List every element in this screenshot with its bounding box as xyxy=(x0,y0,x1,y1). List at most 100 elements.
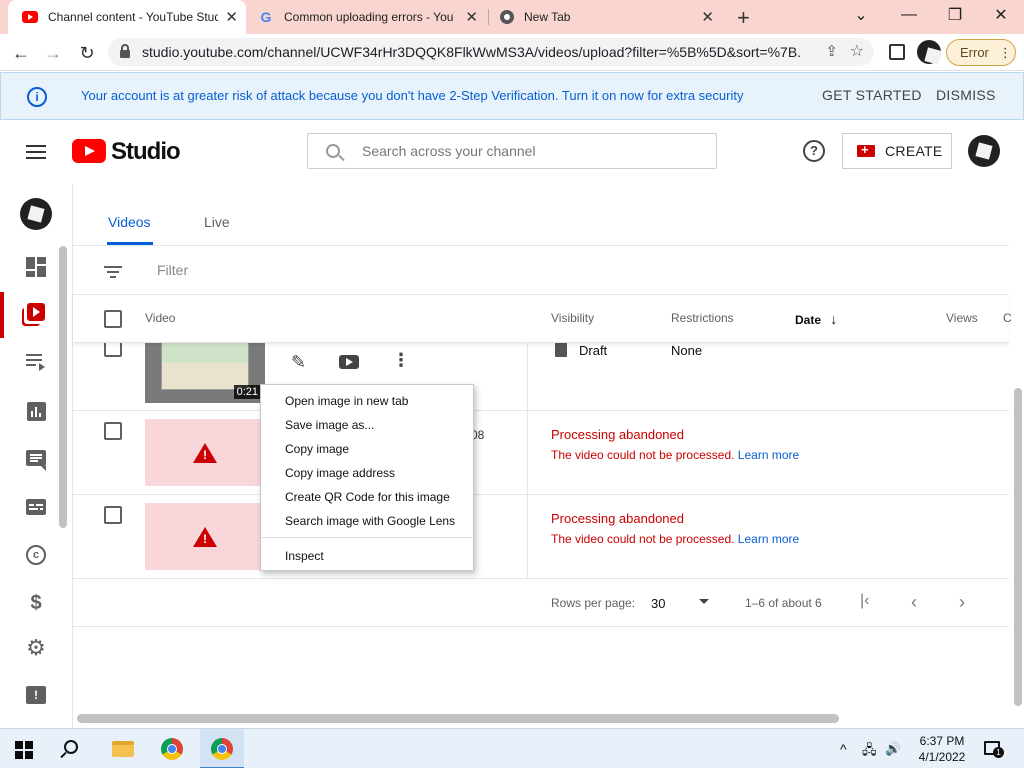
studio-logo-text[interactable]: Studio xyxy=(111,138,181,166)
menu-dots-icon: ⋮ xyxy=(998,44,1012,60)
browser-toolbar: ← → ↻ studio.youtube.com/channel/UCWF34r… xyxy=(0,34,1024,71)
hamburger-menu-icon[interactable] xyxy=(26,145,46,159)
tab-videos[interactable]: Videos xyxy=(108,214,151,230)
error-update-button[interactable]: Error ⋮ xyxy=(946,39,1016,66)
sidebar-item-earn[interactable]: $ xyxy=(0,583,72,623)
processing-status: Processing abandoned xyxy=(551,427,684,442)
close-window-icon[interactable]: ✕ xyxy=(978,0,1024,30)
tab-live[interactable]: Live xyxy=(204,214,230,230)
filter-input[interactable] xyxy=(157,262,457,278)
create-button[interactable]: CREATE xyxy=(842,133,952,169)
table-row[interactable]: 08 Processing abandoned The video could … xyxy=(73,411,1009,495)
sort-down-arrow-icon: ↓ xyxy=(830,311,838,327)
select-all-checkbox[interactable] xyxy=(104,310,122,328)
playlist-icon xyxy=(26,352,46,372)
help-icon[interactable]: ? xyxy=(803,140,825,162)
column-divider xyxy=(527,411,528,495)
tab-channel-content[interactable]: Channel content - YouTube Studio ✕ xyxy=(8,0,246,34)
close-tab-icon[interactable]: ✕ xyxy=(701,8,714,26)
menu-item-google-lens[interactable]: Search image with Google Lens xyxy=(285,514,455,528)
page-range: 1–6 of about 6 xyxy=(745,596,822,610)
channel-search[interactable] xyxy=(307,133,717,169)
volume-icon[interactable]: 🔊 xyxy=(885,741,901,757)
taskbar-search-icon[interactable] xyxy=(64,740,78,754)
clock-time: 6:37 PM xyxy=(919,734,965,748)
tab-new-tab[interactable]: New Tab ✕ xyxy=(488,0,726,34)
extension-icon[interactable] xyxy=(889,44,905,60)
reload-icon[interactable]: ↻ xyxy=(74,40,100,66)
row-checkbox[interactable] xyxy=(104,422,122,440)
table-row[interactable]: Processing abandoned The video could not… xyxy=(73,495,1009,579)
network-icon[interactable]: 🖧 xyxy=(862,741,877,763)
youtube-play-icon[interactable] xyxy=(339,355,359,369)
page-vertical-scrollbar[interactable] xyxy=(1014,388,1022,706)
column-header-date[interactable]: Date ↓ xyxy=(795,311,837,327)
menu-divider xyxy=(261,537,473,538)
back-arrow-icon[interactable]: ← xyxy=(8,40,34,66)
chrome-favicon-icon xyxy=(500,10,514,24)
tab-search-chevron-icon[interactable]: ⌄ xyxy=(838,0,884,30)
youtube-logo-icon[interactable] xyxy=(72,139,106,163)
column-header-visibility: Visibility xyxy=(551,311,595,325)
sidebar-item-settings[interactable]: ⚙ xyxy=(0,628,72,668)
sidebar-item-feedback[interactable]: ! xyxy=(0,675,72,715)
next-page-icon[interactable]: › xyxy=(959,592,965,613)
duration-badge: 0:21 xyxy=(233,385,261,399)
video-thumbnail[interactable] xyxy=(145,419,265,486)
get-started-button[interactable]: GET STARTED xyxy=(822,87,922,103)
notifications-icon[interactable] xyxy=(984,741,1004,758)
chrome-icon[interactable] xyxy=(161,738,183,760)
account-avatar[interactable] xyxy=(968,135,1000,167)
restore-icon[interactable]: ❐ xyxy=(932,0,978,30)
warning-triangle-icon xyxy=(193,443,217,463)
menu-item-copy-image[interactable]: Copy image xyxy=(285,442,349,456)
new-tab-plus-icon[interactable]: + xyxy=(737,5,750,31)
learn-more-link[interactable]: Learn more xyxy=(738,532,799,546)
menu-item-inspect[interactable]: Inspect xyxy=(285,549,324,563)
first-page-icon[interactable]: |‹ xyxy=(860,592,869,610)
tab-uploading-errors[interactable]: G Common uploading errors - YouTube ✕ xyxy=(248,0,486,34)
address-bar[interactable]: studio.youtube.com/channel/UCWF34rHr3DQQ… xyxy=(108,38,874,66)
edit-pencil-icon[interactable]: ✎ xyxy=(291,352,306,373)
video-thumbnail[interactable] xyxy=(145,503,265,570)
lock-icon xyxy=(120,44,130,58)
taskbar-clock[interactable]: 6:37 PM 4/1/2022 xyxy=(912,733,972,765)
profile-avatar-icon[interactable] xyxy=(917,40,941,64)
row-checkbox[interactable] xyxy=(104,506,122,524)
chrome-profile-icon[interactable] xyxy=(211,738,233,760)
studio-header: Studio ? CREATE xyxy=(0,120,1024,184)
clock-date: 4/1/2022 xyxy=(918,750,966,764)
more-options-icon[interactable]: ⋮ xyxy=(392,350,410,371)
file-explorer-icon[interactable] xyxy=(112,741,134,757)
horizontal-scrollbar[interactable] xyxy=(77,714,839,723)
search-input[interactable] xyxy=(362,143,692,159)
bookmark-star-icon[interactable]: ☆ xyxy=(850,41,864,61)
windows-taskbar: ^ 🖧 🔊 6:37 PM 4/1/2022 xyxy=(0,728,1024,768)
forward-arrow-icon[interactable]: → xyxy=(40,40,66,66)
dropdown-caret-icon[interactable] xyxy=(699,599,709,604)
close-tab-icon[interactable]: ✕ xyxy=(225,8,238,26)
windows-start-icon[interactable] xyxy=(15,741,33,759)
tray-chevron-icon[interactable]: ^ xyxy=(840,741,847,757)
menu-item-copy-image-address[interactable]: Copy image address xyxy=(285,466,395,480)
close-tab-icon[interactable]: ✕ xyxy=(465,8,478,26)
video-thumbnail[interactable]: 0:21 xyxy=(145,334,265,403)
minimize-icon[interactable]: — xyxy=(886,0,932,30)
menu-item-open-image[interactable]: Open image in new tab xyxy=(285,394,408,408)
learn-more-link[interactable]: Learn more xyxy=(738,448,799,462)
channel-avatar[interactable] xyxy=(20,198,52,230)
visibility-value: Draft xyxy=(579,343,608,358)
sidebar-item-copyright[interactable]: c xyxy=(0,535,72,575)
analytics-icon xyxy=(26,401,46,421)
filter-icon[interactable] xyxy=(104,266,122,278)
table-row[interactable]: 0:21 ✎ ⋮ Draft None xyxy=(73,334,1009,411)
share-icon[interactable]: ⇪ xyxy=(825,42,838,60)
menu-item-save-image[interactable]: Save image as... xyxy=(285,418,374,432)
sidebar-scrollbar[interactable] xyxy=(59,246,67,528)
menu-item-create-qr[interactable]: Create QR Code for this image xyxy=(285,490,450,504)
previous-page-icon[interactable]: ‹ xyxy=(911,592,917,613)
dismiss-button[interactable]: DISMISS xyxy=(936,87,996,103)
tab-title: Common uploading errors - YouTube xyxy=(284,10,454,24)
content-tabs: Videos Live xyxy=(73,184,1009,246)
rows-per-page-value[interactable]: 30 xyxy=(651,596,665,611)
